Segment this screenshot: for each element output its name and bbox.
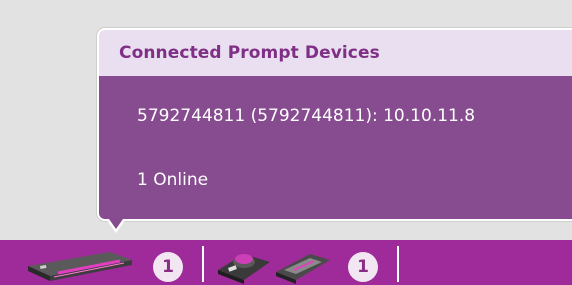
prompt-controller-icon[interactable] <box>214 240 334 284</box>
tooltip-pointer-fill <box>109 219 123 229</box>
tooltip-body: 5792744811 (5792744811): 10.10.11.8 1 On… <box>99 76 572 219</box>
taskbar-divider <box>202 246 204 282</box>
connected-devices-tooltip: Connected Prompt Devices 5792744811 (579… <box>97 28 572 221</box>
device-taskbar: 1 1 <box>0 240 572 285</box>
online-status: 1 Online <box>137 170 209 190</box>
device-count-badge: 1 <box>153 252 183 282</box>
prompt-device-hardware-icon[interactable] <box>24 244 136 284</box>
tooltip-title: Connected Prompt Devices <box>119 43 380 63</box>
device-entry: 5792744811 (5792744811): 10.10.11.8 <box>137 106 476 126</box>
taskbar-divider <box>397 246 399 282</box>
controller-count-badge: 1 <box>348 252 378 282</box>
tooltip-header: Connected Prompt Devices <box>99 30 572 76</box>
